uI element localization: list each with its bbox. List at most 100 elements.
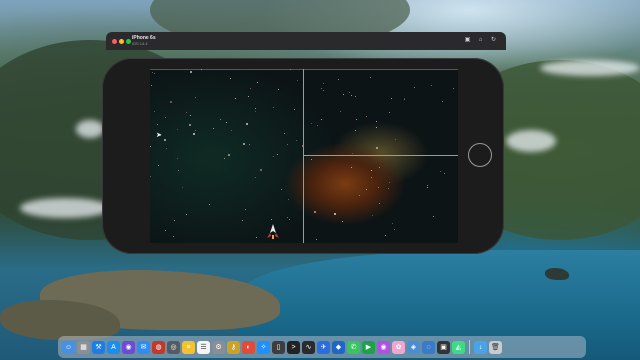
system-preferences-icon[interactable]: ⚙: [212, 340, 225, 354]
star: [157, 124, 158, 125]
screenshot-app-icon[interactable]: ◎: [167, 340, 180, 354]
star: [195, 130, 196, 131]
star: [245, 209, 246, 210]
notes-icon[interactable]: ≡: [182, 340, 195, 354]
star: [427, 187, 428, 188]
star: [164, 139, 166, 141]
safari-icon[interactable]: ✧: [257, 340, 270, 354]
star: [273, 107, 274, 108]
star: [338, 79, 339, 80]
star: [287, 217, 288, 218]
star: [385, 235, 386, 236]
star: [189, 124, 191, 126]
star: [255, 108, 256, 109]
terminal-icon[interactable]: >: [287, 340, 300, 354]
star: [243, 143, 245, 145]
downloads-folder-icon[interactable]: ↓: [474, 340, 487, 354]
simulator-icon[interactable]: ▯: [272, 340, 285, 354]
star: [256, 237, 257, 238]
podcasts-icon[interactable]: ◉: [377, 340, 390, 354]
star: [323, 90, 324, 91]
star: [394, 229, 395, 230]
star: [166, 148, 167, 149]
star: [311, 159, 312, 160]
star: [224, 158, 225, 159]
star: [151, 85, 152, 86]
star: [273, 156, 274, 157]
star: [296, 140, 297, 141]
photos-icon[interactable]: ✿: [392, 340, 405, 354]
star: [288, 199, 289, 200]
star: [372, 215, 373, 216]
minimize-button[interactable]: [119, 39, 124, 44]
star: [323, 83, 324, 84]
star: [220, 119, 221, 120]
simulator-titlebar[interactable]: [106, 32, 506, 50]
star: [414, 87, 415, 88]
facetime-icon[interactable]: ▶: [362, 340, 375, 354]
photo-booth-icon[interactable]: ◍: [152, 340, 165, 354]
instruments-icon[interactable]: ▣: [437, 340, 450, 354]
rotate-icon[interactable]: ↻: [490, 37, 497, 44]
star: [250, 88, 251, 89]
home-icon[interactable]: ⌂: [477, 37, 484, 44]
zoom-button[interactable]: [126, 39, 131, 44]
star: [289, 219, 290, 220]
star: [340, 111, 341, 112]
charles-icon[interactable]: ◌: [422, 340, 435, 354]
star: [376, 121, 377, 122]
sourcetree-icon[interactable]: ◆: [332, 340, 345, 354]
spaceship-player[interactable]: [266, 224, 280, 240]
finder-icon[interactable]: ☺: [62, 340, 75, 354]
vertical-guide-line: [303, 69, 304, 243]
star: [271, 219, 272, 220]
star: [277, 154, 278, 155]
star: [349, 92, 350, 93]
star: [150, 146, 151, 147]
star: [193, 133, 195, 135]
star: [255, 177, 256, 178]
star: [294, 109, 295, 110]
star: [226, 122, 227, 123]
close-button[interactable]: [112, 39, 117, 44]
keychain-icon[interactable]: ⚷: [227, 340, 240, 354]
activity-monitor-icon[interactable]: ∿: [302, 340, 315, 354]
chrome-icon[interactable]: ◐: [242, 340, 255, 354]
star: [154, 73, 155, 74]
star: [209, 204, 210, 205]
star: [444, 173, 445, 174]
star: [351, 95, 352, 96]
star: [370, 77, 371, 78]
screenshot-icon[interactable]: ▣: [464, 37, 471, 44]
app-store-icon[interactable]: A: [107, 340, 120, 354]
star: [378, 187, 379, 188]
android-studio-icon[interactable]: ◭: [452, 340, 465, 354]
star: [152, 72, 153, 73]
star: [182, 187, 183, 188]
star: [427, 185, 428, 186]
star: [388, 188, 389, 189]
game-screen[interactable]: [150, 69, 458, 243]
star: [174, 220, 175, 221]
preview-icon[interactable]: ◈: [407, 340, 420, 354]
star: [371, 177, 372, 178]
star: [404, 99, 405, 100]
star: [284, 133, 285, 134]
testflight-icon[interactable]: ✈: [317, 340, 330, 354]
star: [356, 119, 357, 120]
siri-icon[interactable]: ◉: [122, 340, 135, 354]
star: [392, 223, 393, 224]
star: [371, 170, 372, 171]
messages-icon[interactable]: ✆: [347, 340, 360, 354]
mouse-pointer-icon: ➤: [156, 132, 162, 139]
trash-icon[interactable]: 🗑: [489, 340, 502, 354]
star: [379, 167, 380, 168]
home-button[interactable]: [468, 143, 492, 167]
star: [195, 97, 196, 98]
launchpad-icon[interactable]: ▦: [77, 340, 90, 354]
star: [376, 127, 377, 128]
xcode-icon[interactable]: ⚒: [92, 340, 105, 354]
mail-icon[interactable]: ✉: [137, 340, 150, 354]
reminders-icon[interactable]: ☰: [197, 340, 210, 354]
star: [351, 167, 352, 168]
